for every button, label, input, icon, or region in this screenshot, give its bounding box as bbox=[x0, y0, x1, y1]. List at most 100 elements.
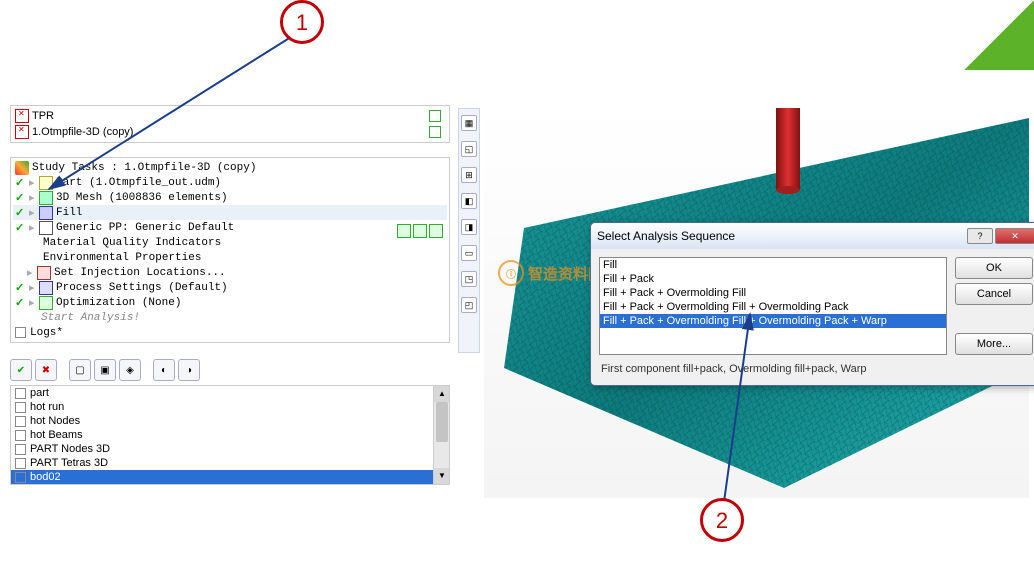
layer-name: hot Beams bbox=[30, 429, 83, 441]
checkbox[interactable] bbox=[15, 472, 26, 483]
study-inject: Set Injection Locations... bbox=[54, 267, 226, 279]
checkbox[interactable] bbox=[15, 458, 26, 469]
watermark-icon: ⓘ bbox=[498, 260, 524, 286]
midbar-button[interactable]: ◳ bbox=[461, 271, 477, 287]
scroll-down-icon[interactable]: ▼ bbox=[434, 468, 449, 484]
study-opt-row[interactable]: ✓▸ Optimization (None) bbox=[13, 295, 447, 310]
checkbox[interactable] bbox=[15, 430, 26, 441]
list-item[interactable]: Fill bbox=[600, 258, 946, 272]
list-item[interactable]: Fill + Pack bbox=[600, 272, 946, 286]
corner-decoration bbox=[964, 0, 1034, 70]
check-icon: ✓ bbox=[15, 281, 27, 295]
expand-icon: ▸ bbox=[29, 176, 39, 190]
layer-row[interactable]: hot Nodes bbox=[11, 414, 449, 428]
study-generic-row[interactable]: ✓▸ Generic PP: Generic Default bbox=[13, 220, 447, 235]
midbar-button[interactable]: ▭ bbox=[461, 245, 477, 261]
check-icon: ✓ bbox=[15, 176, 27, 190]
layer-row[interactable]: hot Beams bbox=[11, 428, 449, 442]
layer-name: hot run bbox=[30, 401, 64, 413]
side-icon[interactable] bbox=[429, 224, 443, 238]
side-tool-icons bbox=[397, 224, 443, 238]
list-item[interactable]: Fill + Pack + Overmolding Fill bbox=[600, 286, 946, 300]
midbar-button[interactable]: ⊞ bbox=[461, 167, 477, 183]
layer-panel: part hot run hot Nodes hot Beams PART No… bbox=[10, 385, 450, 485]
toolbar-x-button[interactable]: ✖ bbox=[35, 359, 57, 381]
layer-row[interactable]: hot run bbox=[11, 400, 449, 414]
expand-icon: ▸ bbox=[29, 221, 39, 235]
layer-row[interactable]: part bbox=[11, 386, 449, 400]
file-error-icon bbox=[15, 125, 29, 139]
toolbar-button[interactable]: ▣ bbox=[94, 359, 116, 381]
study-inject-row[interactable]: ▸ Set Injection Locations... bbox=[13, 265, 447, 280]
midbar-button[interactable]: ▦ bbox=[461, 115, 477, 131]
study-proc: Process Settings (Default) bbox=[56, 282, 228, 294]
dialog-title: Select Analysis Sequence bbox=[597, 229, 735, 243]
scroll-thumb[interactable] bbox=[436, 402, 448, 442]
layer-row[interactable]: PART Nodes 3D bbox=[11, 442, 449, 456]
checkbox[interactable] bbox=[15, 444, 26, 455]
study-proc-row[interactable]: ✓▸ Process Settings (Default) bbox=[13, 280, 447, 295]
checkbox[interactable] bbox=[15, 388, 26, 399]
inject-icon bbox=[37, 266, 51, 280]
layer-name: PART Nodes 3D bbox=[30, 443, 110, 455]
study-mqi-row[interactable]: Material Quality Indicators bbox=[13, 235, 447, 250]
generic-icon bbox=[39, 221, 53, 235]
process-icon bbox=[39, 281, 53, 295]
study-logs: Logs* bbox=[30, 327, 63, 339]
cancel-button[interactable]: Cancel bbox=[955, 283, 1033, 305]
study-generic: Generic PP: Generic Default bbox=[56, 222, 234, 234]
study-fill: Fill bbox=[56, 207, 82, 219]
study-start: Start Analysis! bbox=[15, 312, 140, 324]
study-env-row[interactable]: Environmental Properties bbox=[13, 250, 447, 265]
side-icon[interactable] bbox=[413, 224, 427, 238]
study-start-row[interactable]: Start Analysis! bbox=[13, 310, 447, 325]
watermark: ⓘ 智造资料网 bbox=[498, 260, 603, 286]
layer-name: PART Tetras 3D bbox=[30, 457, 108, 469]
dialog-description: First component fill+pack, Overmolding f… bbox=[591, 363, 1034, 385]
midbar-button[interactable]: ◧ bbox=[461, 193, 477, 209]
fill-icon bbox=[39, 206, 53, 220]
toolbar-button[interactable]: ◑ bbox=[178, 359, 200, 381]
layer-toolbar: ✔ ✖ ▢ ▣ ◈ ◐ ◑ bbox=[10, 359, 450, 381]
layer-name: bod02 bbox=[30, 471, 61, 483]
midbar-button[interactable]: ◱ bbox=[461, 141, 477, 157]
callout-1: 1 bbox=[280, 0, 324, 44]
toolbar-button[interactable]: ◈ bbox=[119, 359, 141, 381]
checkbox[interactable] bbox=[15, 402, 26, 413]
toolbar-button[interactable]: ◐ bbox=[153, 359, 175, 381]
check-icon: ✓ bbox=[15, 221, 27, 235]
side-icon[interactable] bbox=[397, 224, 411, 238]
file-end-icon bbox=[429, 110, 441, 122]
scrollbar[interactable]: ▲ ▼ bbox=[433, 386, 449, 484]
study-logs-row[interactable]: Logs* bbox=[13, 325, 447, 340]
layer-row-selected[interactable]: bod02 bbox=[11, 470, 449, 484]
more-button[interactable]: More... bbox=[955, 333, 1033, 355]
tools-icon bbox=[15, 161, 29, 175]
ok-button[interactable]: OK bbox=[955, 257, 1033, 279]
layer-name: part bbox=[30, 387, 49, 399]
callout-1-arrow bbox=[45, 29, 305, 199]
optimize-icon bbox=[39, 296, 53, 310]
checkbox[interactable] bbox=[15, 327, 26, 338]
toolbar-check-button[interactable]: ✔ bbox=[10, 359, 32, 381]
study-mqi: Material Quality Indicators bbox=[15, 237, 221, 249]
expand-icon: ▸ bbox=[27, 266, 37, 280]
midbar-button[interactable]: ◰ bbox=[461, 297, 477, 313]
check-icon: ✓ bbox=[15, 206, 27, 220]
layer-name: hot Nodes bbox=[30, 415, 80, 427]
toolbar-button[interactable]: ▢ bbox=[69, 359, 91, 381]
scroll-up-icon[interactable]: ▲ bbox=[434, 386, 449, 402]
file-end-icon bbox=[429, 126, 441, 138]
close-button[interactable]: ✕ bbox=[995, 228, 1034, 244]
midbar-button[interactable]: ◨ bbox=[461, 219, 477, 235]
help-button[interactable]: ? bbox=[967, 228, 993, 244]
dialog-titlebar[interactable]: Select Analysis Sequence ? ✕ bbox=[591, 223, 1034, 249]
check-icon: ✓ bbox=[15, 296, 27, 310]
expand-icon: ▸ bbox=[29, 296, 39, 310]
study-opt: Optimization (None) bbox=[56, 297, 181, 309]
expand-icon: ▸ bbox=[29, 281, 39, 295]
checkbox[interactable] bbox=[15, 416, 26, 427]
study-fill-row[interactable]: ✓▸ Fill bbox=[13, 205, 447, 220]
file-error-icon bbox=[15, 109, 29, 123]
layer-row[interactable]: PART Tetras 3D bbox=[11, 456, 449, 470]
